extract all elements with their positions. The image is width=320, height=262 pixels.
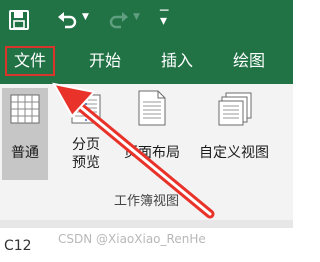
annotation-arrow: [52, 82, 215, 219]
